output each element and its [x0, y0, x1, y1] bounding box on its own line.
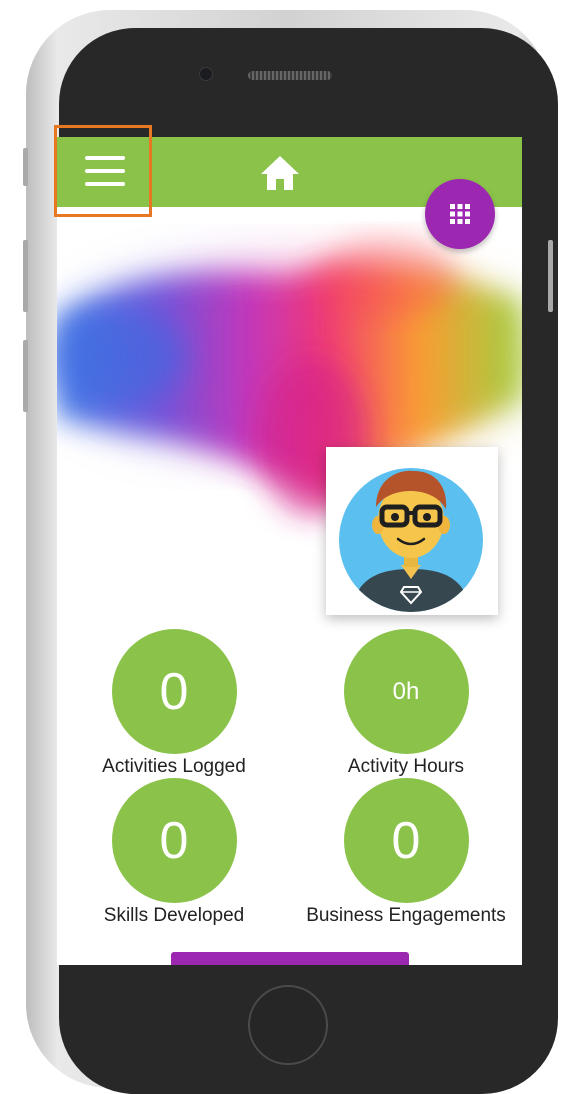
- grid-icon: [450, 204, 470, 224]
- power-button: [548, 240, 553, 312]
- stat-value: 0: [391, 811, 421, 870]
- app-screen: 0 Activities Logged 0h Activity Hours 0 …: [57, 137, 522, 965]
- volume-down-button: [23, 340, 28, 412]
- stat-circle: 0: [343, 778, 469, 903]
- mute-switch: [23, 148, 28, 186]
- stat-activity-hours: 0h Activity Hours: [301, 629, 511, 778]
- device-home-button[interactable]: [248, 985, 328, 1065]
- volume-up-button: [23, 240, 28, 312]
- stat-label: Skills Developed: [103, 905, 245, 926]
- stat-circle: 0h: [343, 629, 469, 754]
- stat-value: 0: [159, 662, 189, 721]
- apps-grid-button[interactable]: [425, 179, 495, 249]
- avatar-icon: [339, 468, 483, 612]
- stat-business-engagements: 0 Business Engagements: [301, 778, 511, 927]
- profile-avatar-card[interactable]: [326, 447, 498, 615]
- menu-highlight-box: [54, 125, 152, 217]
- stat-skills-developed: 0 Skills Developed: [69, 778, 279, 927]
- bottom-action-button[interactable]: [171, 952, 409, 965]
- stat-circle: 0: [111, 778, 237, 903]
- home-icon[interactable]: [258, 153, 302, 193]
- earpiece-speaker: [248, 71, 332, 80]
- stat-label: Activity Hours: [347, 756, 465, 777]
- stat-value: 0h: [392, 677, 420, 705]
- stat-label: Activities Logged: [102, 756, 246, 777]
- stat-label: Business Engagements: [306, 905, 506, 926]
- stat-activities-logged: 0 Activities Logged: [69, 629, 279, 778]
- stat-value: 0: [159, 811, 189, 870]
- stat-circle: 0: [111, 629, 237, 754]
- front-camera: [199, 67, 213, 81]
